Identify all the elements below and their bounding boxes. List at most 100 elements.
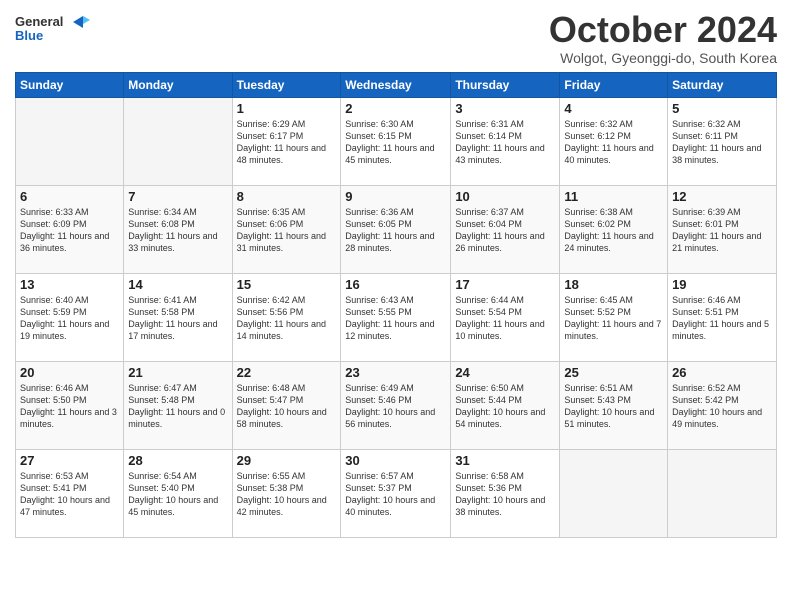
day-number: 10 bbox=[455, 189, 555, 204]
day-info: Sunrise: 6:48 AMSunset: 5:47 PMDaylight:… bbox=[237, 382, 337, 431]
day-number: 3 bbox=[455, 101, 555, 116]
day-info: Sunrise: 6:44 AMSunset: 5:54 PMDaylight:… bbox=[455, 294, 555, 343]
day-info: Sunrise: 6:55 AMSunset: 5:38 PMDaylight:… bbox=[237, 470, 337, 519]
day-info: Sunrise: 6:50 AMSunset: 5:44 PMDaylight:… bbox=[455, 382, 555, 431]
header: General Blue October 2024 Wolgot, Gyeong… bbox=[15, 10, 777, 66]
day-cell: 24 Sunrise: 6:50 AMSunset: 5:44 PMDayligh… bbox=[451, 361, 560, 449]
day-number: 16 bbox=[345, 277, 446, 292]
weekday-header-monday: Monday bbox=[124, 72, 232, 97]
day-info: Sunrise: 6:53 AMSunset: 5:41 PMDaylight:… bbox=[20, 470, 119, 519]
day-cell: 6Sunrise: 6:33 AMSunset: 6:09 PMDaylight… bbox=[16, 185, 124, 273]
day-number: 12 bbox=[672, 189, 772, 204]
day-cell: 19 Sunrise: 6:46 AMSunset: 5:51 PMDayligh… bbox=[668, 273, 777, 361]
day-number: 23 bbox=[345, 365, 446, 380]
day-number: 6 bbox=[20, 189, 119, 204]
day-info: Sunrise: 6:40 AMSunset: 5:59 PMDaylight:… bbox=[20, 294, 119, 343]
day-cell bbox=[16, 97, 124, 185]
day-number: 26 bbox=[672, 365, 772, 380]
day-info: Sunrise: 6:30 AMSunset: 6:15 PMDaylight:… bbox=[345, 118, 446, 167]
day-cell: 2 Sunrise: 6:30 AMSunset: 6:15 PMDaylight… bbox=[341, 97, 451, 185]
day-cell bbox=[560, 449, 668, 537]
day-info: Sunrise: 6:47 AMSunset: 5:48 PMDaylight:… bbox=[128, 382, 227, 431]
day-cell: 13Sunrise: 6:40 AMSunset: 5:59 PMDayligh… bbox=[16, 273, 124, 361]
day-cell: 20 Sunrise: 6:46 AMSunset: 5:50 PMDayligh… bbox=[16, 361, 124, 449]
day-info: Sunrise: 6:34 AMSunset: 6:08 PMDaylight:… bbox=[128, 206, 227, 255]
calendar-table: SundayMondayTuesdayWednesdayThursdayFrid… bbox=[15, 72, 777, 538]
day-number: 4 bbox=[564, 101, 663, 116]
day-info: Sunrise: 6:35 AMSunset: 6:06 PMDaylight:… bbox=[237, 206, 337, 255]
day-number: 2 bbox=[345, 101, 446, 116]
day-number: 15 bbox=[237, 277, 337, 292]
day-number: 19 bbox=[672, 277, 772, 292]
day-info: Sunrise: 6:38 AMSunset: 6:02 PMDaylight:… bbox=[564, 206, 663, 255]
day-number: 22 bbox=[237, 365, 337, 380]
day-cell: 15 Sunrise: 6:42 AMSunset: 5:56 PMDayligh… bbox=[232, 273, 341, 361]
day-number: 30 bbox=[345, 453, 446, 468]
day-info: Sunrise: 6:57 AMSunset: 5:37 PMDaylight:… bbox=[345, 470, 446, 519]
day-cell: 9 Sunrise: 6:36 AMSunset: 6:05 PMDaylight… bbox=[341, 185, 451, 273]
day-number: 17 bbox=[455, 277, 555, 292]
day-number: 29 bbox=[237, 453, 337, 468]
day-info: Sunrise: 6:49 AMSunset: 5:46 PMDaylight:… bbox=[345, 382, 446, 431]
day-number: 24 bbox=[455, 365, 555, 380]
day-number: 21 bbox=[128, 365, 227, 380]
day-info: Sunrise: 6:52 AMSunset: 5:42 PMDaylight:… bbox=[672, 382, 772, 431]
day-number: 28 bbox=[128, 453, 227, 468]
day-cell: 28Sunrise: 6:54 AMSunset: 5:40 PMDayligh… bbox=[124, 449, 232, 537]
day-cell: 31Sunrise: 6:58 AMSunset: 5:36 PMDayligh… bbox=[451, 449, 560, 537]
day-cell: 27 Sunrise: 6:53 AMSunset: 5:41 PMDayligh… bbox=[16, 449, 124, 537]
day-cell: 22 Sunrise: 6:48 AMSunset: 5:47 PMDayligh… bbox=[232, 361, 341, 449]
day-info: Sunrise: 6:46 AMSunset: 5:50 PMDaylight:… bbox=[20, 382, 119, 431]
day-cell: 30 Sunrise: 6:57 AMSunset: 5:37 PMDayligh… bbox=[341, 449, 451, 537]
weekday-header-tuesday: Tuesday bbox=[232, 72, 341, 97]
week-row-3: 13Sunrise: 6:40 AMSunset: 5:59 PMDayligh… bbox=[16, 273, 777, 361]
day-info: Sunrise: 6:46 AMSunset: 5:51 PMDaylight:… bbox=[672, 294, 772, 343]
weekday-header-wednesday: Wednesday bbox=[341, 72, 451, 97]
day-number: 14 bbox=[128, 277, 227, 292]
day-cell: 16 Sunrise: 6:43 AMSunset: 5:55 PMDayligh… bbox=[341, 273, 451, 361]
logo-icon: General Blue bbox=[15, 10, 95, 48]
day-cell: 12 Sunrise: 6:39 AMSunset: 6:01 PMDayligh… bbox=[668, 185, 777, 273]
day-cell: 14Sunrise: 6:41 AMSunset: 5:58 PMDayligh… bbox=[124, 273, 232, 361]
day-info: Sunrise: 6:42 AMSunset: 5:56 PMDaylight:… bbox=[237, 294, 337, 343]
svg-text:General: General bbox=[15, 14, 63, 29]
location-subtitle: Wolgot, Gyeonggi-do, South Korea bbox=[549, 50, 777, 66]
weekday-header-saturday: Saturday bbox=[668, 72, 777, 97]
day-info: Sunrise: 6:29 AMSunset: 6:17 PMDaylight:… bbox=[237, 118, 337, 167]
day-info: Sunrise: 6:45 AMSunset: 5:52 PMDaylight:… bbox=[564, 294, 663, 343]
day-info: Sunrise: 6:43 AMSunset: 5:55 PMDaylight:… bbox=[345, 294, 446, 343]
day-cell: 7 Sunrise: 6:34 AMSunset: 6:08 PMDaylight… bbox=[124, 185, 232, 273]
month-title: October 2024 bbox=[549, 10, 777, 50]
day-info: Sunrise: 6:51 AMSunset: 5:43 PMDaylight:… bbox=[564, 382, 663, 431]
day-cell: 26 Sunrise: 6:52 AMSunset: 5:42 PMDayligh… bbox=[668, 361, 777, 449]
logo: General Blue bbox=[15, 10, 95, 48]
day-number: 1 bbox=[237, 101, 337, 116]
day-cell: 8 Sunrise: 6:35 AMSunset: 6:06 PMDaylight… bbox=[232, 185, 341, 273]
weekday-header-sunday: Sunday bbox=[16, 72, 124, 97]
day-info: Sunrise: 6:32 AMSunset: 6:11 PMDaylight:… bbox=[672, 118, 772, 167]
svg-text:Blue: Blue bbox=[15, 28, 43, 43]
day-number: 9 bbox=[345, 189, 446, 204]
day-info: Sunrise: 6:31 AMSunset: 6:14 PMDaylight:… bbox=[455, 118, 555, 167]
day-info: Sunrise: 6:36 AMSunset: 6:05 PMDaylight:… bbox=[345, 206, 446, 255]
day-cell: 18Sunrise: 6:45 AMSunset: 5:52 PMDayligh… bbox=[560, 273, 668, 361]
page: General Blue October 2024 Wolgot, Gyeong… bbox=[0, 0, 792, 612]
day-cell: 4Sunrise: 6:32 AMSunset: 6:12 PMDaylight… bbox=[560, 97, 668, 185]
week-row-2: 6Sunrise: 6:33 AMSunset: 6:09 PMDaylight… bbox=[16, 185, 777, 273]
day-cell: 3 Sunrise: 6:31 AMSunset: 6:14 PMDaylight… bbox=[451, 97, 560, 185]
day-info: Sunrise: 6:37 AMSunset: 6:04 PMDaylight:… bbox=[455, 206, 555, 255]
day-cell: 10 Sunrise: 6:37 AMSunset: 6:04 PMDayligh… bbox=[451, 185, 560, 273]
day-info: Sunrise: 6:39 AMSunset: 6:01 PMDaylight:… bbox=[672, 206, 772, 255]
day-number: 20 bbox=[20, 365, 119, 380]
day-number: 27 bbox=[20, 453, 119, 468]
day-number: 25 bbox=[564, 365, 663, 380]
day-cell: 17 Sunrise: 6:44 AMSunset: 5:54 PMDayligh… bbox=[451, 273, 560, 361]
day-cell bbox=[668, 449, 777, 537]
day-cell: 11 Sunrise: 6:38 AMSunset: 6:02 PMDayligh… bbox=[560, 185, 668, 273]
day-number: 5 bbox=[672, 101, 772, 116]
title-block: October 2024 Wolgot, Gyeonggi-do, South … bbox=[549, 10, 777, 66]
day-number: 8 bbox=[237, 189, 337, 204]
day-number: 11 bbox=[564, 189, 663, 204]
day-number: 7 bbox=[128, 189, 227, 204]
weekday-header-friday: Friday bbox=[560, 72, 668, 97]
